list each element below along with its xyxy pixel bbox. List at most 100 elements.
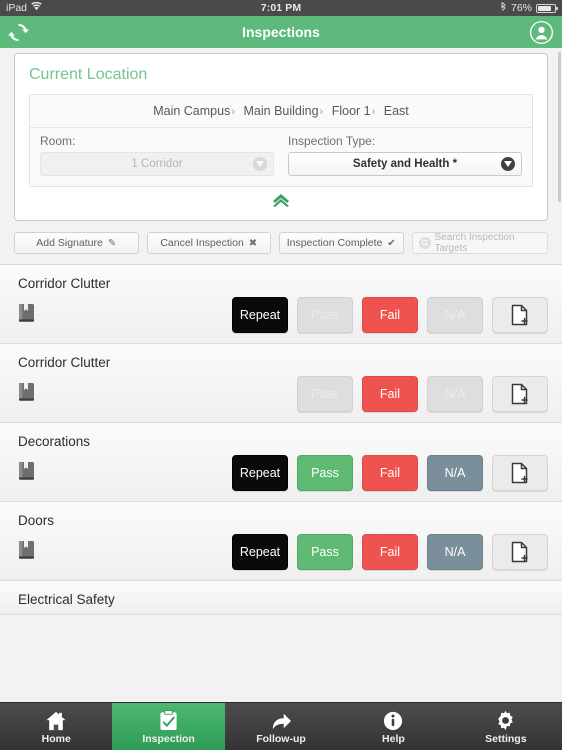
search-icon	[418, 237, 431, 249]
pencil-icon: ✎	[107, 237, 117, 249]
breadcrumb-separator-0: ›	[231, 106, 236, 118]
chevron-down-icon	[501, 157, 515, 171]
inspection-item-list: Corridor Clutter Repeat Pass Fail N/A Corrido…	[0, 265, 562, 615]
room-label: Room:	[40, 134, 76, 148]
result-button-group: Repeat Pass Fail N/A	[232, 534, 548, 570]
collapse-section-button[interactable]	[29, 187, 533, 214]
inspection-type-label: Inspection Type:	[288, 134, 376, 148]
tab-label: Follow-up	[256, 732, 306, 745]
breadcrumb-item-3[interactable]: East	[384, 104, 409, 118]
inspection-type-select[interactable]: Safety and Health *	[288, 152, 522, 176]
inspection-item-name: Corridor Clutter	[18, 276, 111, 291]
breadcrumb-item-0[interactable]: Main Campus›	[153, 104, 240, 118]
home-icon	[45, 709, 67, 731]
result-button-repeat[interactable]: Repeat	[232, 534, 288, 570]
result-button-pass[interactable]: Pass	[297, 534, 353, 570]
inspection-type-value: Safety and Health *	[352, 158, 458, 170]
result-button-group: Repeat Pass Fail N/A	[232, 297, 548, 333]
result-button-na[interactable]: N/A	[427, 297, 483, 333]
add-note-icon[interactable]	[492, 376, 548, 412]
cancel-inspection-label: Cancel Inspection	[160, 237, 244, 249]
ios-status-bar: iPad 7:01 PM 76%	[0, 0, 562, 16]
inspection-toolbar: Add Signature ✎ Cancel Inspection ✖ Insp…	[0, 221, 562, 264]
refresh-icon[interactable]	[8, 22, 29, 43]
location-fields: Room: 1 Corridor Inspection Type: Safety…	[30, 128, 532, 186]
breadcrumb-item-1[interactable]: Main Building›	[244, 104, 329, 118]
result-button-fail[interactable]: Fail	[362, 455, 418, 491]
book-icon[interactable]	[18, 303, 36, 328]
tab-followup[interactable]: Follow-up	[225, 703, 337, 750]
status-bar-time: 7:01 PM	[260, 2, 302, 14]
status-bar-right: 76%	[500, 1, 558, 15]
inspection-item-controls: Pass Fail N/A	[0, 376, 562, 422]
book-icon[interactable]	[18, 382, 36, 407]
breadcrumb-label-2: Floor 1	[331, 104, 371, 118]
current-location-heading: Current Location	[29, 66, 148, 83]
add-signature-label: Add Signature	[36, 237, 103, 249]
info-icon	[383, 709, 403, 731]
tab-label: Inspection	[142, 732, 195, 745]
navigation-bar: Inspections	[0, 16, 562, 48]
result-button-pass[interactable]: Pass	[297, 376, 353, 412]
breadcrumb-label-1: Main Building	[243, 104, 319, 118]
add-signature-button[interactable]: Add Signature ✎	[14, 232, 139, 254]
check-icon: ✔	[387, 237, 396, 249]
tab-settings[interactable]: Settings	[450, 703, 562, 750]
result-button-fail[interactable]: Fail	[362, 297, 418, 333]
result-button-pass[interactable]: Pass	[297, 455, 353, 491]
tab-inspection[interactable]: Inspection	[112, 703, 225, 750]
inspection-item-row: Corridor Clutter Repeat Pass Fail N/A	[0, 265, 562, 344]
scroll-content[interactable]: Current Location Main Campus› Main Build…	[0, 48, 562, 702]
breadcrumb: Main Campus› Main Building› Floor 1› Eas…	[30, 95, 532, 128]
battery-percent: 76%	[510, 2, 532, 14]
bottom-tab-bar: Home Inspection Follow-up Help Settings	[0, 702, 562, 750]
inspection-item-controls: Repeat Pass Fail N/A	[0, 297, 562, 343]
close-icon: ✖	[248, 237, 258, 249]
add-note-icon[interactable]	[492, 534, 548, 570]
tab-help[interactable]: Help	[337, 703, 449, 750]
tab-home[interactable]: Home	[0, 703, 112, 750]
scrollbar[interactable]	[558, 52, 561, 202]
result-button-na[interactable]: N/A	[427, 376, 483, 412]
arrow-icon	[270, 709, 292, 731]
add-note-icon[interactable]	[492, 297, 548, 333]
book-icon[interactable]	[18, 540, 36, 565]
current-location-card: Current Location Main Campus› Main Build…	[14, 53, 548, 221]
inspection-complete-button[interactable]: Inspection Complete ✔	[279, 232, 404, 254]
app-root: iPad 7:01 PM 76% Inspections Current Loc…	[0, 0, 562, 750]
result-button-pass[interactable]: Pass	[297, 297, 353, 333]
result-button-na[interactable]: N/A	[427, 534, 483, 570]
page-title: Inspections	[242, 24, 320, 40]
chevron-down-icon	[253, 157, 267, 171]
result-button-na[interactable]: N/A	[427, 455, 483, 491]
result-button-repeat[interactable]: Repeat	[232, 455, 288, 491]
book-icon[interactable]	[18, 461, 36, 486]
add-note-icon[interactable]	[492, 455, 548, 491]
tab-label: Help	[382, 732, 405, 745]
battery-icon	[536, 3, 558, 13]
tab-label: Settings	[485, 732, 527, 745]
search-input[interactable]: Search Inspection Targets	[411, 232, 548, 254]
inspection-item-row: Doors Repeat Pass Fail N/A	[0, 502, 562, 581]
breadcrumb-item-2[interactable]: Floor 1›	[332, 104, 381, 118]
location-details-box: Main Campus› Main Building› Floor 1› Eas…	[29, 94, 533, 187]
inspection-item-name: Electrical Safety	[18, 592, 115, 607]
result-button-fail[interactable]: Fail	[362, 376, 418, 412]
result-button-repeat[interactable]: Repeat	[232, 297, 288, 333]
room-value: 1 Corridor	[131, 158, 183, 170]
breadcrumb-separator-1: ›	[319, 106, 324, 118]
cancel-inspection-button[interactable]: Cancel Inspection ✖	[146, 232, 271, 254]
account-icon[interactable]	[529, 20, 554, 45]
result-button-fail[interactable]: Fail	[362, 534, 418, 570]
search-placeholder: Search Inspection Targets	[434, 232, 515, 254]
gear-icon	[495, 709, 516, 731]
result-button-group: Repeat Pass Fail N/A	[232, 455, 548, 491]
inspection-complete-label: Inspection Complete	[286, 237, 383, 249]
result-button-group: Pass Fail N/A	[232, 376, 548, 412]
inspection-item-controls: Repeat Pass Fail N/A	[0, 534, 562, 580]
inspection-item-row: Corridor Clutter Pass Fail N/A	[0, 344, 562, 423]
breadcrumb-separator-2: ›	[371, 106, 376, 118]
inspection-item-row: Decorations Repeat Pass Fail N/A	[0, 423, 562, 502]
bluetooth-icon	[500, 1, 507, 15]
room-select[interactable]: 1 Corridor	[40, 152, 274, 176]
